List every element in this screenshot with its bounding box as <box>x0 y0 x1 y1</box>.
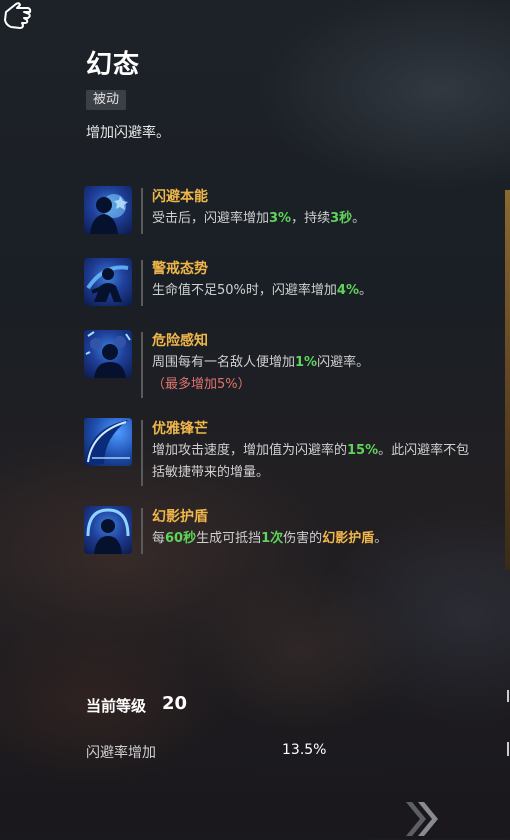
skill-title: 幻态 <box>86 50 141 80</box>
passive-note: （最多增加5%） <box>152 377 251 392</box>
divider <box>141 188 143 234</box>
stat-value: 13.5% <box>282 742 327 758</box>
passive-desc: 周围每有一名敌人便增加1%闪避率。 （最多增加5%） <box>152 355 370 392</box>
passive-item[interactable]: 优雅锋芒 增加攻击速度，增加值为闪避率的15%。此闪避率不包括敏捷带来的增量。 <box>84 418 494 488</box>
alert-stance-icon <box>84 258 132 306</box>
phantom-shield-icon <box>84 506 132 554</box>
passive-name: 闪避本能 <box>152 189 208 205</box>
current-level-label: 当前等级 <box>86 697 147 715</box>
passive-name: 幻影护盾 <box>152 509 208 525</box>
skill-type-tag: 被动 <box>86 90 127 110</box>
divider <box>141 260 143 306</box>
passive-name: 优雅锋芒 <box>152 421 208 437</box>
scroll-edge-indicator <box>507 690 509 756</box>
background-scene <box>0 560 510 840</box>
skill-description: 增加闪避率。 <box>86 125 170 141</box>
passive-desc: 每60秒生成可抵挡1次伤害的幻影护盾。 <box>152 531 388 546</box>
stat-label: 闪避率增加 <box>86 745 156 761</box>
passive-desc: 生命值不足50%时，闪避率增加4%。 <box>152 283 372 298</box>
divider <box>141 508 143 554</box>
danger-sense-icon <box>84 330 132 378</box>
passive-item[interactable]: 危险感知 周围每有一名敌人便增加1%闪避率。 （最多增加5%） <box>84 330 494 400</box>
current-level-value: 20 <box>162 693 188 714</box>
passive-item[interactable]: 幻影护盾 每60秒生成可抵挡1次伤害的幻影护盾。 <box>84 506 494 556</box>
side-panel-edge <box>505 190 510 570</box>
passive-item[interactable]: 闪避本能 受击后，闪避率增加3%，持续3秒。 <box>84 186 494 236</box>
dodge-instinct-icon <box>84 186 132 234</box>
passive-item[interactable]: 警戒态势 生命值不足50%时，闪避率增加4%。 <box>84 258 494 308</box>
double-chevron-right-icon[interactable] <box>402 800 442 838</box>
divider <box>141 332 143 398</box>
hand-pointer-icon[interactable] <box>2 0 36 30</box>
passive-name: 警戒态势 <box>152 261 208 277</box>
passive-name: 危险感知 <box>152 333 208 349</box>
divider <box>141 420 143 486</box>
elegant-edge-icon <box>84 418 132 466</box>
passive-desc: 受击后，闪避率增加3%，持续3秒。 <box>152 211 366 226</box>
passive-desc: 增加攻击速度，增加值为闪避率的15%。此闪避率不包括敏捷带来的增量。 <box>152 443 470 480</box>
